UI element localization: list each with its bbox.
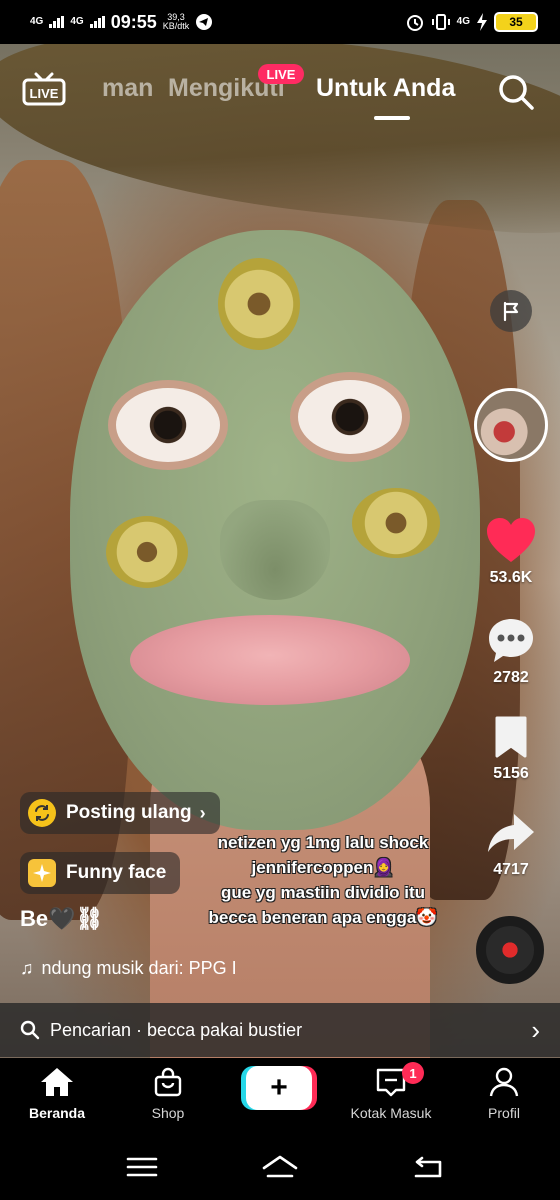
search-icon[interactable] — [496, 72, 536, 112]
video-overlay-text: netizen yg 1mg lalu shock jennifercoppen… — [188, 830, 458, 930]
search-small-icon — [20, 1020, 40, 1040]
like-count: 53.6K — [489, 569, 533, 586]
signal-icon — [49, 16, 65, 28]
comment-button[interactable]: 2782 — [466, 616, 556, 687]
system-nav-bar — [0, 1136, 560, 1200]
flag-button[interactable] — [490, 290, 532, 332]
repost-icon — [28, 799, 56, 827]
bookmark-icon — [495, 716, 527, 758]
overlay-line-3: gue yg mastiin dividio itu — [220, 883, 426, 902]
nav-profile[interactable]: Profil — [449, 1066, 559, 1121]
network-label-3: 4G — [456, 16, 470, 27]
charging-icon — [477, 13, 487, 31]
music-label: ndung musik dari: PPG I — [41, 958, 237, 978]
share-button[interactable]: 4717 — [466, 810, 556, 879]
recent-apps-icon[interactable] — [122, 1152, 162, 1182]
kiwi-slice-right-cheek — [352, 488, 440, 558]
profile-icon — [489, 1067, 519, 1097]
inbox-badge: 1 — [402, 1062, 424, 1084]
nav-shop-label: Shop — [151, 1105, 185, 1121]
video-username[interactable]: Be🖤⛓ — [20, 906, 103, 932]
battery-icon: 35 — [494, 12, 538, 32]
creator-avatar[interactable] — [474, 388, 548, 462]
save-button[interactable]: 5156 — [466, 714, 556, 783]
tab-for-you[interactable]: Untuk Anda — [316, 74, 455, 103]
active-tab-indicator — [374, 116, 410, 120]
effect-label: Funny face — [66, 862, 167, 883]
video-lips — [130, 615, 410, 705]
chevron-right-icon: › — [531, 1014, 540, 1045]
comment-icon — [489, 619, 533, 662]
live-badge: LIVE — [258, 64, 304, 84]
chevron-right-icon: › — [199, 802, 206, 823]
overlay-line-1: netizen yg 1mg lalu shock — [217, 833, 429, 852]
search-suggestion-text: Pencarian · becca pakai bustier — [50, 1019, 303, 1040]
nav-home-label: Beranda — [28, 1105, 86, 1121]
music-info[interactable]: ♫ ndung musik dari: PPG I — [20, 958, 237, 979]
live-tv-icon[interactable]: LIVE — [22, 72, 66, 106]
repost-label: Posting ulang — [66, 802, 192, 823]
kiwi-slice-forehead — [218, 258, 300, 350]
share-count: 4717 — [493, 861, 529, 878]
status-bar: 4G 4G 09:55 39,3 KB/dtk 4G 35 — [0, 0, 560, 44]
tab-partial[interactable]: man — [102, 74, 153, 103]
alarm-icon — [406, 15, 423, 31]
back-nav-icon[interactable] — [408, 1152, 448, 1182]
vibrate-icon — [431, 14, 450, 30]
signal-icon-2 — [89, 16, 105, 28]
video-eye-right — [290, 372, 410, 462]
home-nav-icon[interactable] — [260, 1152, 300, 1182]
save-count: 5156 — [493, 765, 529, 782]
nav-profile-label: Profil — [488, 1105, 520, 1121]
speed-unit: KB/dtk — [162, 21, 190, 31]
search-suggestion-bar[interactable]: Pencarian · becca pakai bustier › — [0, 1003, 560, 1057]
nav-inbox[interactable]: Kotak Masuk — [336, 1066, 446, 1121]
effect-icon — [28, 859, 56, 887]
clock: 09:55 — [110, 11, 157, 32]
music-note-icon: ♫ — [20, 958, 34, 978]
bottom-nav: Beranda Shop + Kotak Masuk 1 Profil — [0, 1058, 560, 1136]
network-speed: 39,3 KB/dtk — [163, 13, 190, 31]
top-nav: LIVE man Mengikuti LIVE Untuk Anda — [0, 60, 560, 124]
music-disc-button[interactable] — [476, 916, 544, 984]
create-button[interactable]: + — [246, 1066, 312, 1110]
svg-text:LIVE: LIVE — [30, 86, 59, 101]
repost-button[interactable]: Posting ulang › — [20, 792, 220, 834]
home-icon — [41, 1068, 73, 1096]
nav-inbox-label: Kotak Masuk — [350, 1105, 432, 1121]
flag-icon — [503, 301, 519, 322]
telegram-icon — [196, 14, 213, 30]
kiwi-slice-left-cheek — [106, 516, 188, 588]
shopping-bag-icon — [154, 1067, 182, 1097]
overlay-line-2: jennifercoppen🧕 — [251, 858, 395, 877]
nav-home[interactable]: Beranda — [2, 1066, 112, 1121]
effect-button[interactable]: Funny face — [20, 852, 181, 894]
comment-count: 2782 — [493, 669, 529, 686]
share-icon — [488, 814, 534, 852]
nav-shop[interactable]: Shop — [113, 1066, 223, 1121]
heart-icon — [487, 518, 535, 562]
video-nose — [220, 500, 330, 600]
video-eye-left — [108, 380, 228, 470]
like-button[interactable]: 53.6K — [466, 516, 556, 587]
network-label-2: 4G — [70, 16, 84, 27]
network-label-1: 4G — [30, 16, 44, 27]
overlay-line-4: becca beneran apa engga🤡 — [208, 908, 438, 927]
